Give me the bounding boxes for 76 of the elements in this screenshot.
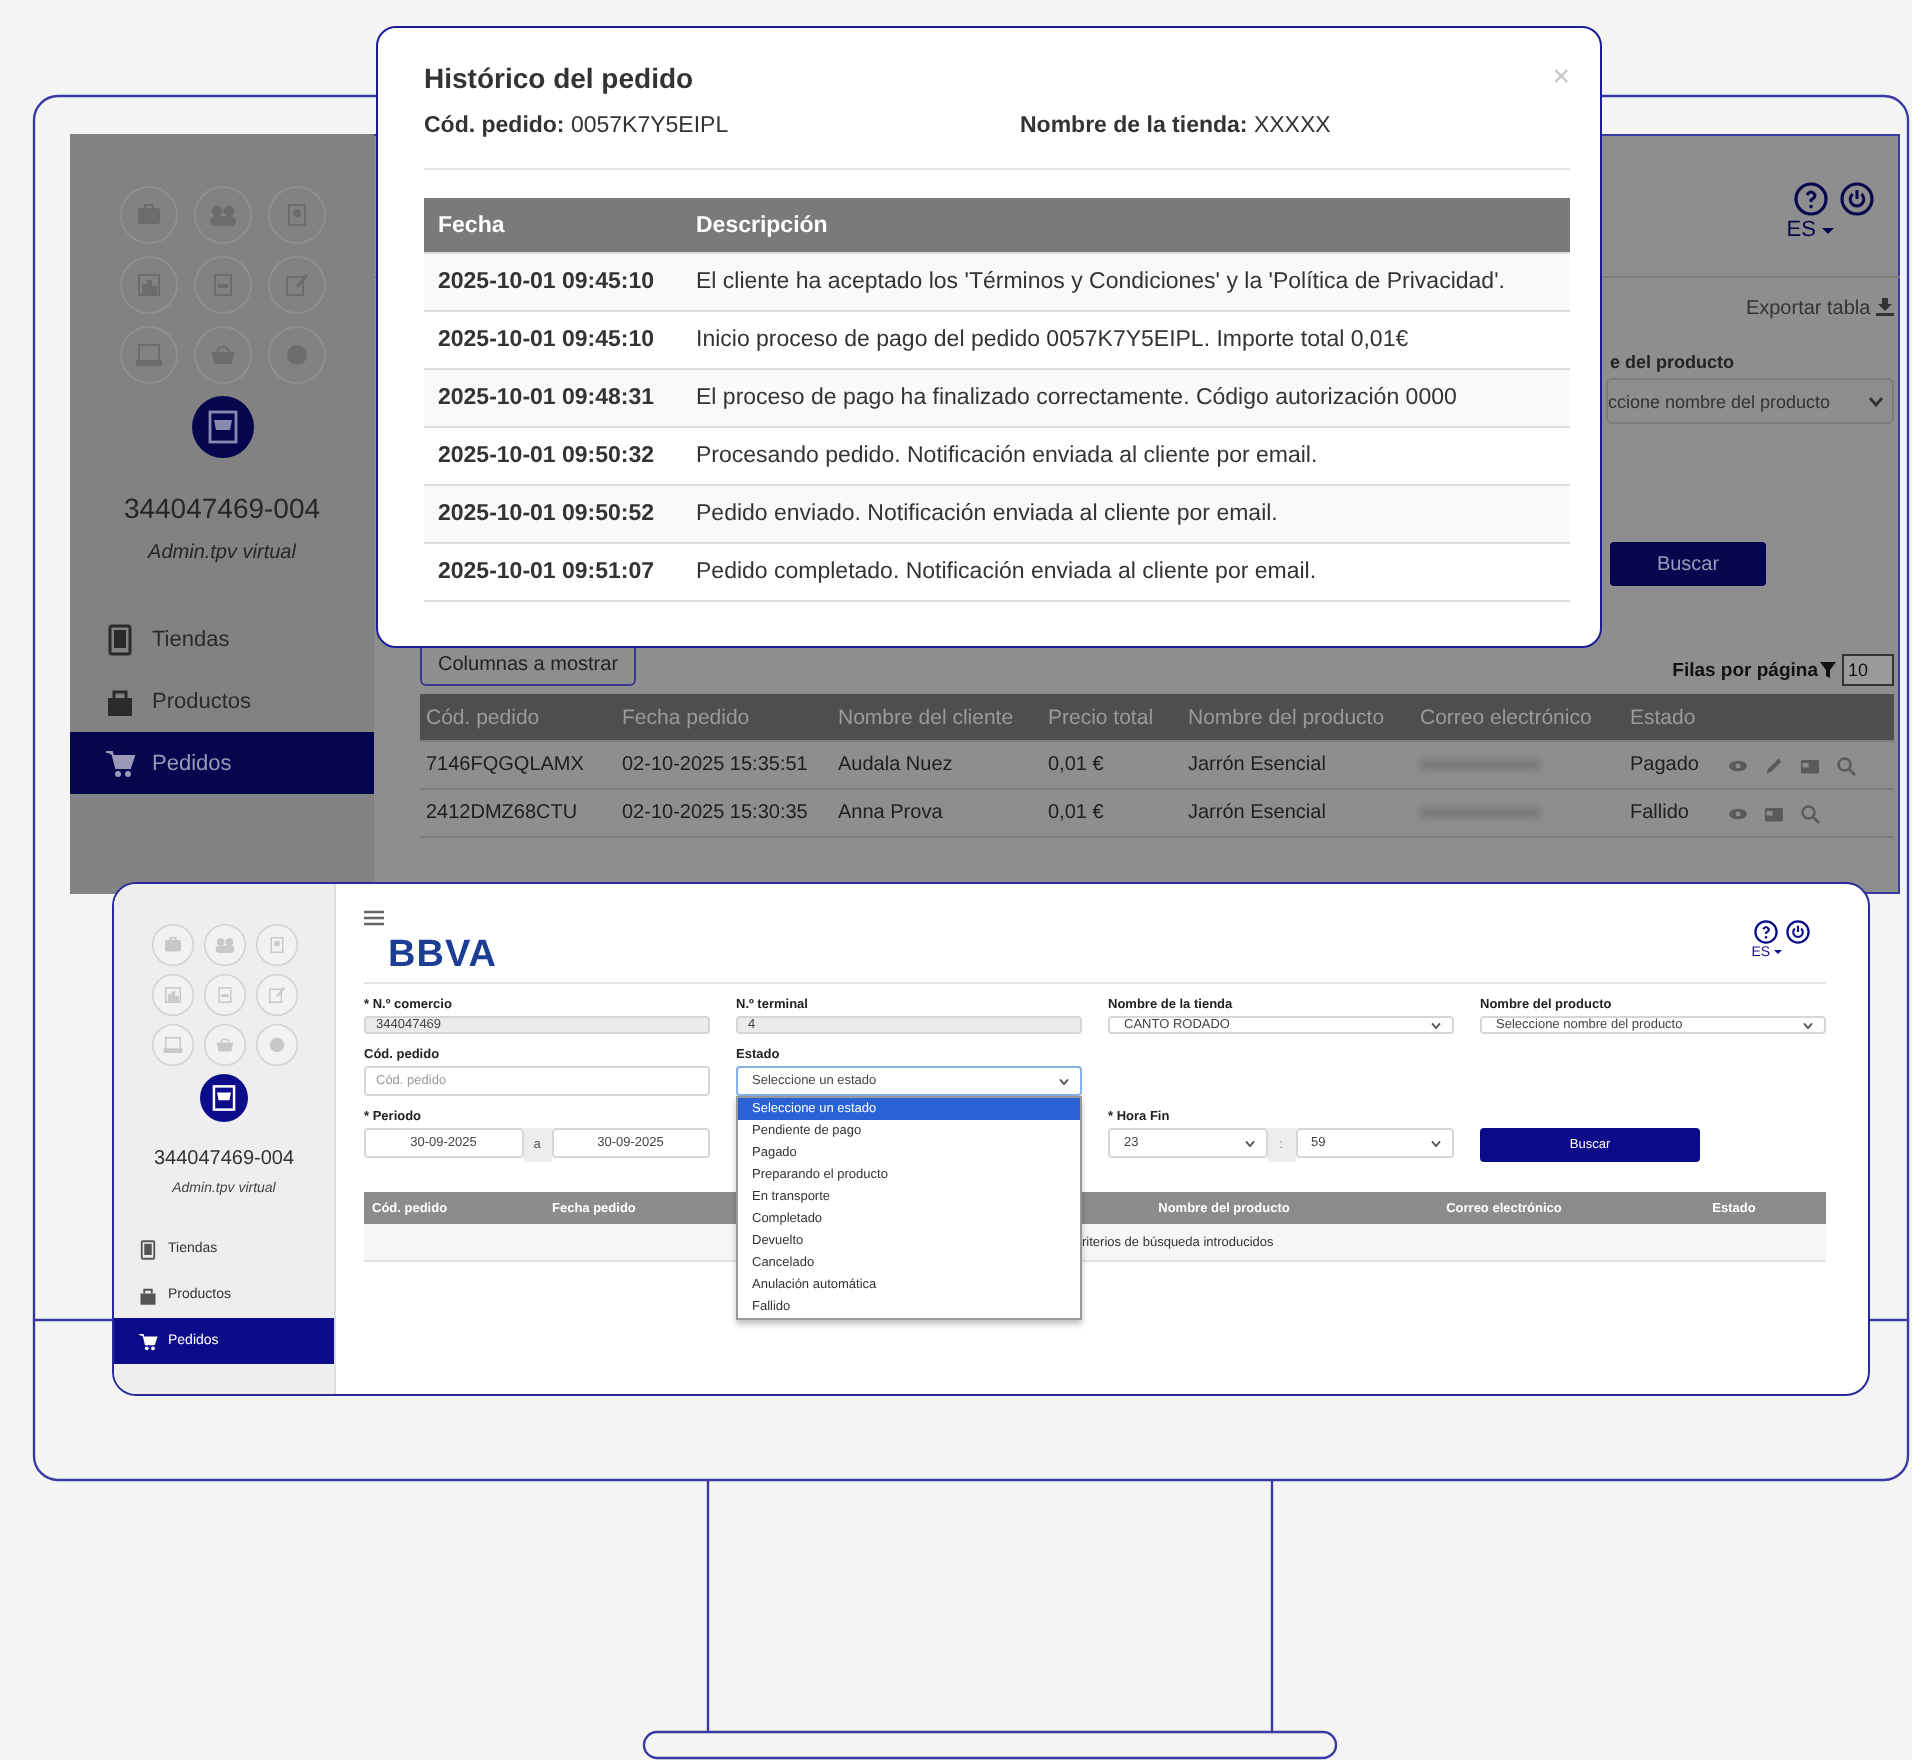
table-cell-text: Jarrón Esencial [1186, 802, 1328, 824]
table-cell-text: 2025-10-01 09:50:32 [436, 444, 657, 468]
table-cell-text: 2025-10-01 09:45:10 [436, 270, 657, 294]
language-selector[interactable]: ES [1786, 218, 1834, 242]
download-icon [1876, 298, 1894, 316]
table-cell-text: 02-10-2025 15:30:35 [620, 802, 810, 824]
pencil-icon[interactable] [1762, 753, 1786, 777]
bar-chart-icon[interactable] [119, 256, 177, 314]
table-cell-text: Jarrón Esencial [1186, 754, 1328, 776]
sidebar-item[interactable]: Productos [70, 670, 374, 732]
table-cell-text: Pedido completado. Notificación enviada al cliente por email. [694, 560, 1319, 584]
power-icon[interactable] [1786, 920, 1810, 944]
search-icon[interactable] [1798, 801, 1822, 825]
table-cell-text: Audala Nuez [836, 754, 955, 776]
product-select[interactable]: ccione nombre del producto [1606, 378, 1894, 424]
order-code: Cód. pedido: 0057K7Y5EIPL [424, 114, 731, 138]
bag-icon [138, 1285, 158, 1305]
contact-card-icon[interactable] [267, 186, 325, 244]
search-icon[interactable] [1834, 753, 1858, 777]
store-name: Nombre de la tienda: XXXXX [1020, 114, 1331, 138]
chevron-down-icon [1802, 1021, 1814, 1029]
chevron-down-icon [1430, 1021, 1442, 1029]
user-role: Admin.tpv virtual [148, 542, 296, 564]
column-header: Correo electrónico [1418, 705, 1594, 729]
table-cell-text: 2025-10-01 09:48:31 [436, 386, 657, 410]
table-cell-text: 0,01 € [1046, 802, 1106, 824]
status-cell-text: Fallido [1628, 802, 1691, 824]
monitor-icon[interactable] [119, 326, 177, 384]
account-number: 344047469-004 [153, 1148, 295, 1170]
filter-icon[interactable] [1820, 662, 1836, 678]
help-icon[interactable] [1754, 920, 1778, 944]
tablet-icon [138, 1239, 158, 1259]
table-cell-text: Procesando pedido. Notificación enviada al cliente por email. [694, 444, 1320, 468]
dialog-title: Histórico del pedido [424, 61, 694, 93]
export-table-link[interactable]: Exportar tabla [1745, 298, 1894, 320]
table-cell-text: Anna Prova [836, 802, 945, 824]
chevron-down-icon [1243, 1139, 1255, 1147]
users-icon[interactable] [193, 186, 251, 244]
column-header: Precio total [1046, 705, 1156, 729]
account-number: 344047469-004 [123, 492, 321, 524]
field-label: e del producto [1610, 352, 1737, 372]
column-header: Estado [1628, 705, 1698, 729]
chevron-down-icon [1058, 1077, 1070, 1085]
table-cell-text: 2025-10-01 09:50:52 [436, 502, 657, 526]
rows-per-page-field[interactable]: 10 [1842, 654, 1894, 686]
column-header: Fecha [436, 213, 507, 237]
chevron-down-icon [1430, 1139, 1442, 1147]
brand-logo: BBVA [388, 936, 497, 976]
table-cell-text: 2412DMZ68CTU [424, 802, 580, 824]
table-cell-text: 02-10-2025 15:35:51 [620, 754, 810, 776]
table-cell-text: Inicio proceso de pago del pedido 0057K7Y5EIPL. Importe total 0,01€ [694, 328, 1411, 352]
edit-icon[interactable] [267, 256, 325, 314]
table-cell-text: 2025-10-01 09:51:07 [436, 560, 657, 584]
status-cell-text: Pagado [1628, 754, 1701, 776]
tablet-icon [104, 623, 136, 655]
table-cell-text: 0,01 € [1046, 754, 1106, 776]
table-cell-text: 7146FQGQLAMX [424, 754, 586, 776]
table-cell-text: 2025-10-01 09:45:10 [436, 328, 657, 352]
column-header: Cód. pedido [424, 705, 542, 729]
menu-icon[interactable] [364, 910, 384, 926]
column-header: Nombre del producto [1186, 705, 1387, 729]
column-header: Nombre del cliente [836, 705, 1016, 729]
search-button[interactable]: Buscar [1610, 542, 1766, 586]
column-header: Descripción [694, 213, 830, 237]
sidebar-item[interactable]: Pedidos [70, 732, 374, 794]
rows-per-page-label: Filas por página [1672, 659, 1818, 681]
basket-icon[interactable] [193, 326, 251, 384]
bag-icon [104, 685, 136, 717]
chevron-down-icon [1868, 395, 1884, 407]
table-cell-text: Pedido enviado. Notificación enviada al cliente por email. [694, 502, 1280, 526]
sidebar-item[interactable]: Tiendas [70, 608, 374, 670]
table-cell-text: El proceso de pago ha finalizado correctamente. Código autorización 0000 [694, 386, 1459, 410]
column-header: Fecha pedido [620, 705, 752, 729]
document-icon[interactable] [193, 256, 251, 314]
table-cell-text: El cliente ha aceptado los 'Términos y Condiciones' y la 'Política de Privacidad'. [694, 270, 1507, 294]
briefcase-icon[interactable] [119, 186, 177, 244]
